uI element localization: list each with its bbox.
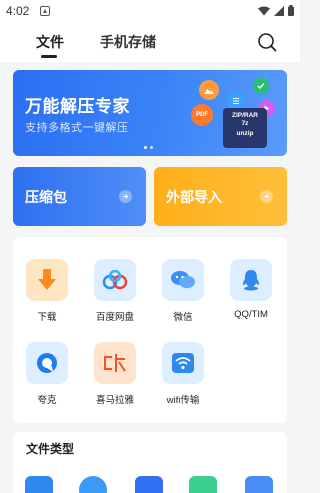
- baidu-netdisk-icon: [94, 259, 136, 301]
- zip-label-1: ZIP/RAR: [232, 112, 258, 119]
- notification-icon: [40, 6, 50, 16]
- tool-wifi-transfer[interactable]: wifi传输: [153, 342, 213, 406]
- banner-subtitle: 支持多格式一键解压: [25, 122, 129, 134]
- tool-download[interactable]: 下载: [17, 259, 77, 323]
- tool-label: 百度网盘: [95, 312, 134, 323]
- zip-archive-icon: ZIP/RAR 7z unzip: [223, 108, 267, 148]
- check-bubble-icon: [253, 78, 269, 94]
- top-bar: 文件 手机存储: [0, 22, 300, 62]
- tool-wechat[interactable]: 微信: [153, 259, 213, 323]
- status-bar: 4:02: [0, 0, 300, 22]
- import-button[interactable]: 外部导入: [154, 167, 287, 226]
- active-tab-indicator: [41, 55, 57, 58]
- banner-title: 万能解压专家: [25, 97, 130, 116]
- download-icon: [26, 259, 68, 301]
- quark-icon: [26, 342, 68, 384]
- wechat-icon: [162, 259, 204, 301]
- pdf-label: PDF: [196, 112, 208, 118]
- file-type-music-icon[interactable]: [189, 476, 217, 493]
- file-type-folder-icon[interactable]: [245, 476, 273, 493]
- pager-dot-active: [144, 146, 147, 149]
- zip-label-3: unzip: [236, 130, 254, 137]
- promo-banner[interactable]: 万能解压专家 支持多格式一键解压 PDF ZIP/RAR 7z unzip: [13, 70, 287, 156]
- file-type-doc-icon[interactable]: [25, 476, 53, 493]
- file-types-card: 文件类型: [13, 432, 287, 493]
- compress-button[interactable]: 压缩包: [13, 167, 146, 226]
- arrow-right-icon: [260, 190, 273, 203]
- tool-ximalaya[interactable]: 喜马拉雅: [85, 342, 145, 406]
- wifi-status-icon: [258, 6, 270, 15]
- tool-label: 下载: [37, 312, 57, 323]
- status-time: 4:02: [6, 4, 30, 18]
- tool-label: QQ/TIM: [234, 309, 268, 320]
- wifi-icon: [162, 342, 204, 384]
- banner-pager: [144, 146, 153, 149]
- import-label: 外部导入: [166, 189, 222, 205]
- photo-bubble-icon: [199, 80, 219, 100]
- tool-baidu-netdisk[interactable]: 百度网盘: [85, 259, 145, 323]
- compress-label: 压缩包: [25, 189, 67, 205]
- file-types-heading: 文件类型: [26, 442, 75, 456]
- arrow-right-icon: [119, 190, 132, 203]
- tool-label: 微信: [173, 312, 193, 323]
- pager-dot: [150, 146, 153, 149]
- tool-quark[interactable]: 夸克: [17, 342, 77, 406]
- battery-icon: [288, 5, 294, 16]
- file-type-video-icon[interactable]: [135, 476, 163, 493]
- tab-files[interactable]: 文件: [36, 32, 64, 52]
- tab-phone-storage[interactable]: 手机存储: [100, 32, 156, 52]
- zip-label-2: 7z: [241, 120, 249, 127]
- tool-qq[interactable]: QQ/TIM: [221, 259, 281, 320]
- qq-icon: [230, 259, 272, 301]
- signal-icon: [274, 5, 284, 16]
- file-type-image-icon[interactable]: [79, 476, 107, 493]
- tool-label: 喜马拉雅: [95, 395, 134, 406]
- pdf-bubble-icon: PDF: [191, 104, 213, 126]
- tool-label: 夸克: [37, 395, 57, 406]
- system-icons: [258, 5, 294, 16]
- tool-label: wifi传输: [166, 395, 200, 406]
- search-icon[interactable]: [256, 31, 278, 53]
- ximalaya-icon: [94, 342, 136, 384]
- sources-card: 下载 百度网盘 微信 QQ/TIM 夸克 喜马拉雅 wifi传输: [13, 237, 287, 423]
